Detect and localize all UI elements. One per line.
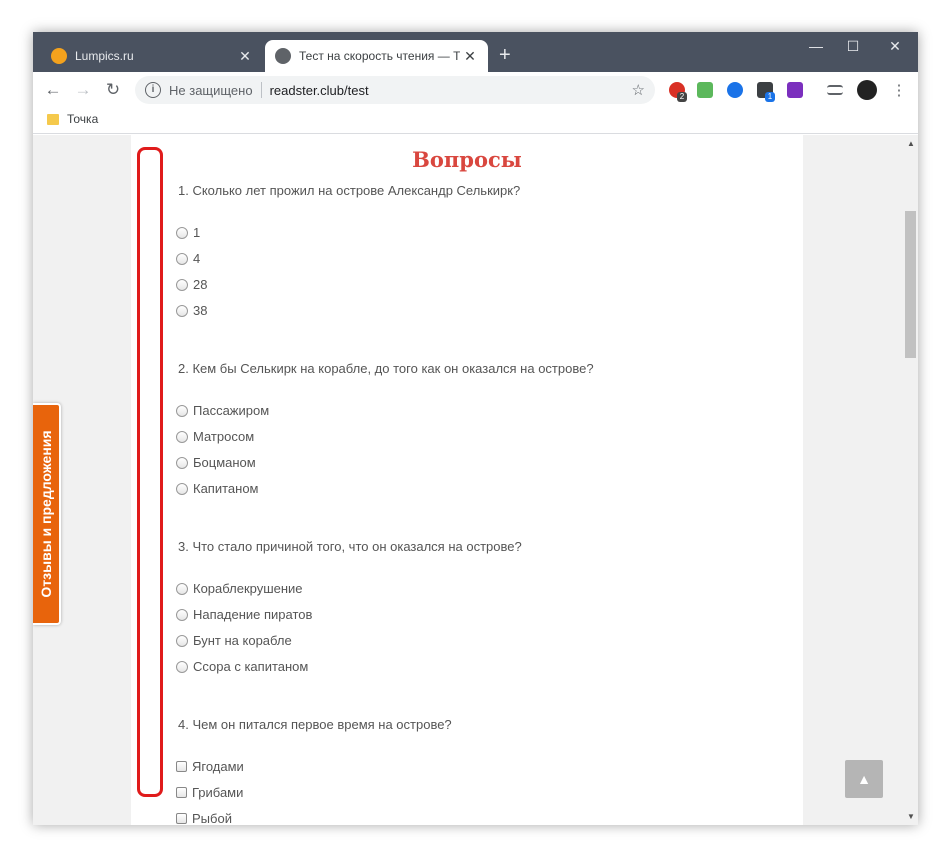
globe-icon — [275, 48, 291, 64]
tab-close-icon[interactable]: ✕ — [460, 48, 480, 65]
scrollbar-thumb[interactable] — [905, 211, 916, 358]
radio-button[interactable] — [176, 456, 188, 469]
menu-icon[interactable]: ⋮ — [889, 81, 909, 99]
vpn-extension-icon[interactable] — [727, 82, 743, 98]
close-window-button[interactable]: ✕ — [880, 38, 910, 55]
radio-button[interactable] — [176, 430, 188, 443]
new-tab-button[interactable]: + — [499, 44, 511, 67]
option-label: Ссора с капитаном — [193, 659, 309, 674]
answer-option[interactable]: Бунт на корабле — [176, 633, 292, 648]
radio-button[interactable] — [176, 252, 188, 265]
option-label: Нападение пиратов — [193, 607, 313, 622]
feedback-tab[interactable]: Отзывы и предложения — [33, 403, 61, 625]
feedback-label: Отзывы и предложения — [38, 430, 54, 598]
radio-button[interactable] — [176, 634, 188, 647]
bookmark-label: Точка — [67, 112, 99, 126]
omnibox-divider — [260, 82, 262, 98]
answer-option[interactable]: 38 — [176, 303, 207, 318]
back-button[interactable]: ← — [43, 80, 63, 100]
answer-option[interactable]: Боцманом — [176, 455, 256, 470]
question-title: 3. Что стало причиной того, что он оказа… — [178, 539, 522, 554]
option-label: Боцманом — [193, 455, 256, 470]
option-label: Кораблекрушение — [193, 581, 303, 596]
browser-window: Lumpics.ru ✕ Тест на скорость чтения — Т… — [33, 32, 918, 825]
minimize-button[interactable]: — — [801, 38, 831, 54]
reload-button[interactable]: ↻ — [103, 80, 123, 100]
bookmark-star-icon[interactable]: ☆ — [632, 81, 645, 99]
tab-close-icon[interactable]: ✕ — [235, 48, 255, 65]
folder-icon — [47, 113, 59, 125]
scroll-down-arrow-icon[interactable]: ▼ — [907, 812, 915, 821]
option-label: 4 — [193, 251, 201, 266]
radio-button[interactable] — [176, 482, 188, 495]
extension-badge: 2 — [677, 92, 687, 102]
answer-option[interactable]: Матросом — [176, 429, 254, 444]
security-label: Не защищено — [169, 82, 253, 98]
radio-button[interactable] — [176, 660, 188, 673]
answer-option[interactable]: Капитаном — [176, 481, 259, 496]
radio-button[interactable] — [176, 404, 188, 417]
info-icon[interactable]: i — [145, 82, 161, 98]
tab-strip: Lumpics.ru ✕ Тест на скорость чтения — Т… — [33, 32, 918, 72]
tab-lumpics[interactable]: Lumpics.ru ✕ — [41, 40, 263, 72]
answer-option[interactable]: Грибами — [176, 785, 243, 800]
scroll-to-top-button[interactable]: ▲ — [845, 760, 883, 798]
answer-option[interactable]: Ссора с капитаном — [176, 659, 308, 674]
question-title: 4. Чем он питался первое время на остров… — [178, 717, 452, 732]
radio-button[interactable] — [176, 608, 188, 621]
answer-option[interactable]: Ягодами — [176, 759, 244, 774]
tab-title: Тест на скорость чтения — Тре — [299, 49, 460, 63]
purple-extension-icon[interactable] — [787, 82, 803, 98]
maximize-button[interactable]: ☐ — [838, 38, 868, 55]
option-label: 1 — [193, 225, 201, 240]
option-label: Матросом — [193, 429, 255, 444]
checkbox[interactable] — [176, 813, 187, 824]
option-label: Бунт на корабле — [193, 633, 292, 648]
bookmarks-bar: Точка — [33, 108, 918, 134]
radio-button[interactable] — [176, 304, 188, 317]
forward-button[interactable]: → — [73, 80, 93, 100]
url-text[interactable]: readster.club/test — [270, 83, 369, 98]
option-label: Грибами — [192, 785, 244, 800]
tab-readster[interactable]: Тест на скорость чтения — Тре ✕ — [265, 40, 488, 72]
checkbox[interactable] — [176, 787, 187, 798]
checkbox[interactable] — [176, 761, 187, 772]
avatar[interactable] — [857, 80, 877, 100]
question-title: 1. Сколько лет прожил на острове Алексан… — [178, 183, 521, 198]
lumpics-favicon-icon — [51, 48, 67, 64]
option-label: Капитаном — [193, 481, 259, 496]
answer-option[interactable]: 1 — [176, 225, 200, 240]
page-viewport: Вопросы 1. Сколько лет прожил на острове… — [33, 135, 903, 825]
answer-option[interactable]: 28 — [176, 277, 207, 292]
bookmark-tochka[interactable]: Точка — [47, 112, 98, 126]
option-label: Ягодами — [192, 759, 244, 774]
answer-option[interactable]: Рыбой — [176, 811, 232, 825]
question-title: 2. Кем бы Селькирк на корабле, до того к… — [178, 361, 594, 376]
address-bar[interactable]: i Не защищено readster.club/test ☆ — [135, 76, 655, 104]
tab-title: Lumpics.ru — [75, 49, 134, 63]
radio-button[interactable] — [176, 278, 188, 291]
highlight-annotation — [137, 147, 163, 797]
option-label: 38 — [193, 303, 208, 318]
option-label: 28 — [193, 277, 208, 292]
content-panel: Вопросы 1. Сколько лет прожил на острове… — [131, 135, 803, 825]
answer-option[interactable]: 4 — [176, 251, 200, 266]
page-title: Вопросы — [412, 147, 522, 172]
radio-button[interactable] — [176, 582, 188, 595]
browser-toolbar: ← → ↻ i Не защищено readster.club/test ☆… — [33, 72, 918, 108]
scroll-up-arrow-icon[interactable]: ▲ — [907, 139, 915, 148]
playlist-icon[interactable] — [827, 85, 843, 95]
answer-option[interactable]: Нападение пиратов — [176, 607, 312, 622]
option-label: Рыбой — [192, 811, 232, 825]
answer-option[interactable]: Кораблекрушение — [176, 581, 303, 596]
vertical-scrollbar[interactable]: ▲ ▼ — [903, 135, 918, 825]
music-extension-icon[interactable] — [697, 82, 713, 98]
radio-button[interactable] — [176, 226, 188, 239]
option-label: Пассажиром — [193, 403, 270, 418]
answer-option[interactable]: Пассажиром — [176, 403, 269, 418]
extension-badge: 1 — [765, 92, 775, 102]
